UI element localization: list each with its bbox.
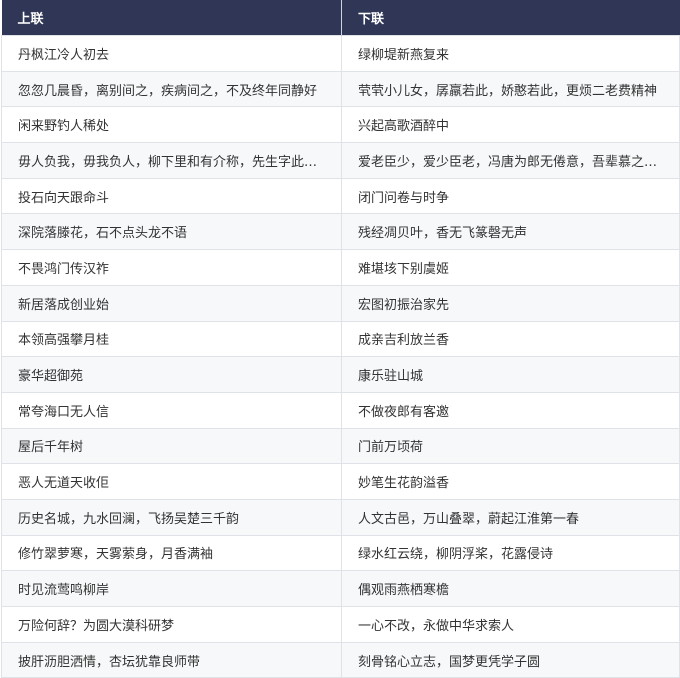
lower-line-cell: 爱老臣少，爱少臣老，冯唐为郎无倦意，吾辈慕之，后辈慕之	[341, 142, 680, 179]
upper-line-cell: 丹枫江冷人初去	[1, 35, 342, 72]
table-row: 深院落滕花，石不点头龙不语 残经凋贝叶，香无飞篆磬无声	[1, 213, 680, 251]
table-row: 常夸海口无人信 不做夜郎有客邀	[1, 391, 680, 429]
table-row: 毋人负我，毋我负人，柳下里和有介称，先生字此，我亦字此 爱老臣少，爱少臣老，冯唐为…	[1, 142, 680, 179]
upper-line-cell: 投石向天跟命斗	[1, 177, 342, 215]
upper-line-cell: 常夸海口无人信	[1, 391, 342, 429]
table-header: 上联 下联	[1, 0, 680, 36]
lower-line-cell: 难堪垓下别虞姬	[341, 249, 680, 286]
lower-line-cell: 绿柳堤新燕复来	[341, 35, 680, 72]
table-row: 时见流莺鸣柳岸 偶观雨燕栖寒檐	[1, 570, 680, 607]
table-row: 新居落成创业始 宏图初振治家先	[1, 284, 680, 322]
lower-line-cell: 刻骨铭心立志，国梦更凭学子圆	[341, 641, 680, 678]
lower-line-cell: 门前万顷荷	[341, 427, 680, 465]
table-row: 忽忽几晨昏，离别间之，疾病间之，不及终年同静好 茕茕小儿女，孱羸若此，娇憨若此，更…	[1, 70, 680, 108]
upper-line-cell: 修竹翠萝寒，天雾萦身，月香满袖	[1, 534, 342, 572]
upper-line-cell: 深院落滕花，石不点头龙不语	[1, 213, 342, 251]
upper-line-cell: 历史名城，九水回澜，飞扬吴楚三千韵	[1, 498, 342, 536]
upper-line-cell: 恶人无道天收佢	[1, 463, 342, 500]
upper-line-cell: 新居落成创业始	[1, 284, 342, 322]
header-row: 上联 下联	[1, 0, 680, 36]
upper-line-cell: 万险何辞？为圆大漠科研梦	[1, 606, 342, 643]
upper-line-cell: 不畏鸿门传汉祚	[1, 249, 342, 286]
lower-line-cell: 宏图初振治家先	[341, 284, 680, 322]
table-row: 闲来野钓人稀处 兴起高歌酒醉中	[1, 106, 680, 144]
lower-line-cell: 兴起高歌酒醉中	[341, 106, 680, 144]
table-row: 恶人无道天收佢 妙笔生花韵溢香	[1, 463, 680, 500]
lower-line-cell: 绿水红云绕，柳阴浮桨，花露侵诗	[341, 534, 680, 572]
lower-line-cell: 一心不改，永做中华求索人	[341, 606, 680, 643]
lower-line-cell: 残经凋贝叶，香无飞篆磬无声	[341, 213, 680, 251]
upper-line-cell: 豪华超御苑	[1, 356, 342, 393]
table-row: 丹枫江冷人初去 绿柳堤新燕复来	[1, 35, 680, 72]
lower-line-cell: 闭门问卷与时争	[341, 177, 680, 215]
upper-line-cell: 毋人负我，毋我负人，柳下里和有介称，先生字此，我亦字此	[1, 142, 342, 179]
table-row: 披肝沥胆洒情，杏坛犹靠良师带 刻骨铭心立志，国梦更凭学子圆	[1, 641, 680, 678]
header-lower-line: 下联	[341, 0, 680, 36]
lower-line-cell: 成亲吉利放兰香	[341, 320, 680, 358]
upper-line-cell: 本领高强攀月桂	[1, 320, 342, 358]
table-row: 历史名城，九水回澜，飞扬吴楚三千韵 人文古邑，万山叠翠，蔚起江淮第一春	[1, 498, 680, 536]
upper-line-cell: 屋后千年树	[1, 427, 342, 465]
upper-line-cell: 披肝沥胆洒情，杏坛犹靠良师带	[1, 641, 342, 678]
table-row: 投石向天跟命斗 闭门问卷与时争	[1, 177, 680, 215]
upper-line-cell: 闲来野钓人稀处	[1, 106, 342, 144]
couplet-table: 上联 下联 丹枫江冷人初去 绿柳堤新燕复来 忽忽几晨昏，离别间之，疾病间之，不及终年…	[1, 0, 680, 678]
table-row: 修竹翠萝寒，天雾萦身，月香满袖 绿水红云绕，柳阴浮桨，花露侵诗	[1, 534, 680, 572]
table-row: 万险何辞？为圆大漠科研梦 一心不改，永做中华求索人	[1, 606, 680, 643]
upper-line-cell: 时见流莺鸣柳岸	[1, 570, 342, 607]
table-body: 丹枫江冷人初去 绿柳堤新燕复来 忽忽几晨昏，离别间之，疾病间之，不及终年同静好 茕茕小…	[1, 35, 680, 678]
lower-line-cell: 妙笔生花韵溢香	[341, 463, 680, 500]
lower-line-cell: 不做夜郎有客邀	[341, 391, 680, 429]
table-row: 不畏鸿门传汉祚 难堪垓下别虞姬	[1, 249, 680, 286]
lower-line-cell: 康乐驻山城	[341, 356, 680, 393]
upper-line-cell: 忽忽几晨昏，离别间之，疾病间之，不及终年同静好	[1, 70, 342, 108]
table-row: 豪华超御苑 康乐驻山城	[1, 356, 680, 393]
lower-line-cell: 茕茕小儿女，孱羸若此，娇憨若此，更烦二老费精神	[341, 70, 680, 108]
table-row: 本领高强攀月桂 成亲吉利放兰香	[1, 320, 680, 358]
table-row: 屋后千年树 门前万顷荷	[1, 427, 680, 465]
lower-line-cell: 人文古邑，万山叠翠，蔚起江淮第一春	[341, 498, 680, 536]
header-upper-line: 上联	[1, 0, 342, 36]
lower-line-cell: 偶观雨燕栖寒檐	[341, 570, 680, 607]
